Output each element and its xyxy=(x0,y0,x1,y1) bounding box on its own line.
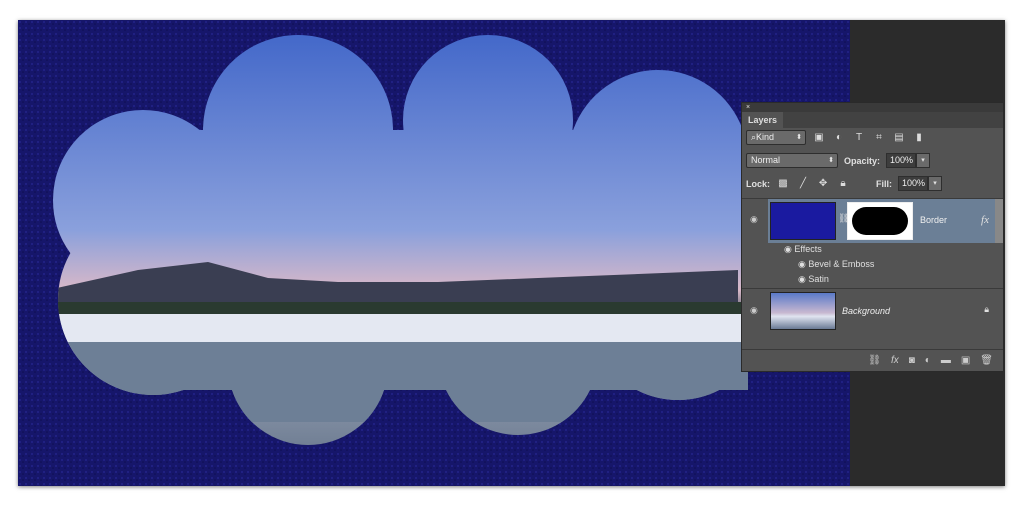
layers-panel: × Layers ⌕Kind ▣ ◐ T ⌗ ▤ ▮ Normal Opacit… xyxy=(741,102,1004,372)
add-mask-icon[interactable]: ◙ xyxy=(909,355,915,366)
layer-thumbnail xyxy=(770,292,836,330)
layer-name[interactable]: Border xyxy=(920,215,947,225)
layer-name[interactable]: Background xyxy=(842,306,890,316)
fx-icon[interactable]: fx xyxy=(981,214,989,226)
shape-filter-icon[interactable]: ⌗ xyxy=(872,132,886,143)
smart-object-filter-icon[interactable]: ▤ xyxy=(892,132,906,143)
tab-layers[interactable]: Layers xyxy=(742,112,784,128)
visibility-eye-icon[interactable]: ◉ xyxy=(750,214,758,225)
layers-toolbar: ⛓ fx ◙ ◐ ▬ ▣ 🗑︎ xyxy=(742,349,1003,371)
effect-satin[interactable]: ◉ Satin xyxy=(742,272,1003,286)
fill-label: Fill: xyxy=(876,178,893,189)
type-filter-icon[interactable]: T xyxy=(852,132,866,143)
lock-transparent-icon[interactable]: ▩ xyxy=(776,178,790,189)
layer-background[interactable]: ◉ Background 🔒︎ xyxy=(742,288,1003,333)
scrollbar[interactable] xyxy=(995,199,1003,243)
pixel-filter-icon[interactable]: ▣ xyxy=(812,132,826,143)
delete-icon[interactable]: 🗑︎ xyxy=(980,355,993,366)
visibility-eye-icon[interactable]: ◉ xyxy=(750,305,758,316)
layer-mask-thumbnail xyxy=(847,202,913,240)
effect-bevel-emboss[interactable]: ◉ Bevel & Emboss xyxy=(742,257,1003,271)
opacity-dropdown[interactable]: ▾ xyxy=(916,153,931,168)
close-panel-button[interactable]: × xyxy=(746,104,750,111)
lock-all-icon[interactable]: 🔒︎ xyxy=(836,178,850,189)
add-style-icon[interactable]: fx xyxy=(891,355,899,366)
fill-input[interactable]: 100% xyxy=(898,176,929,191)
photoshop-canvas: × Layers ⌕Kind ▣ ◐ T ⌗ ▤ ▮ Normal Opacit… xyxy=(18,20,1005,486)
new-layer-icon[interactable]: ▣ xyxy=(961,355,970,366)
lock-label: Lock: xyxy=(746,178,771,189)
lock-move-icon[interactable]: ✥ xyxy=(816,178,830,189)
lock-icon: 🔒︎ xyxy=(984,304,989,314)
adjustment-layer-icon[interactable]: ◐ xyxy=(925,355,931,366)
opacity-input[interactable]: 100% xyxy=(886,153,917,168)
fill-dropdown[interactable]: ▾ xyxy=(928,176,943,191)
blend-mode-select[interactable]: Normal xyxy=(746,153,838,168)
lock-brush-icon[interactable]: ╱ xyxy=(796,178,810,189)
layer-color-thumbnail xyxy=(770,202,836,240)
link-layers-icon[interactable]: ⛓ xyxy=(868,355,881,366)
document-image xyxy=(18,20,850,486)
filter-toggle[interactable]: ▮ xyxy=(912,132,926,143)
adjustment-filter-icon[interactable]: ◐ xyxy=(832,132,846,143)
layer-border[interactable]: ◉ ⛓ Border fx xyxy=(742,198,1003,243)
filter-kind-select[interactable]: ⌕Kind xyxy=(746,130,806,145)
effects-row[interactable]: ◉ Effects xyxy=(742,242,1003,256)
opacity-label: Opacity: xyxy=(844,155,881,166)
new-group-icon[interactable]: ▬ xyxy=(941,355,951,366)
